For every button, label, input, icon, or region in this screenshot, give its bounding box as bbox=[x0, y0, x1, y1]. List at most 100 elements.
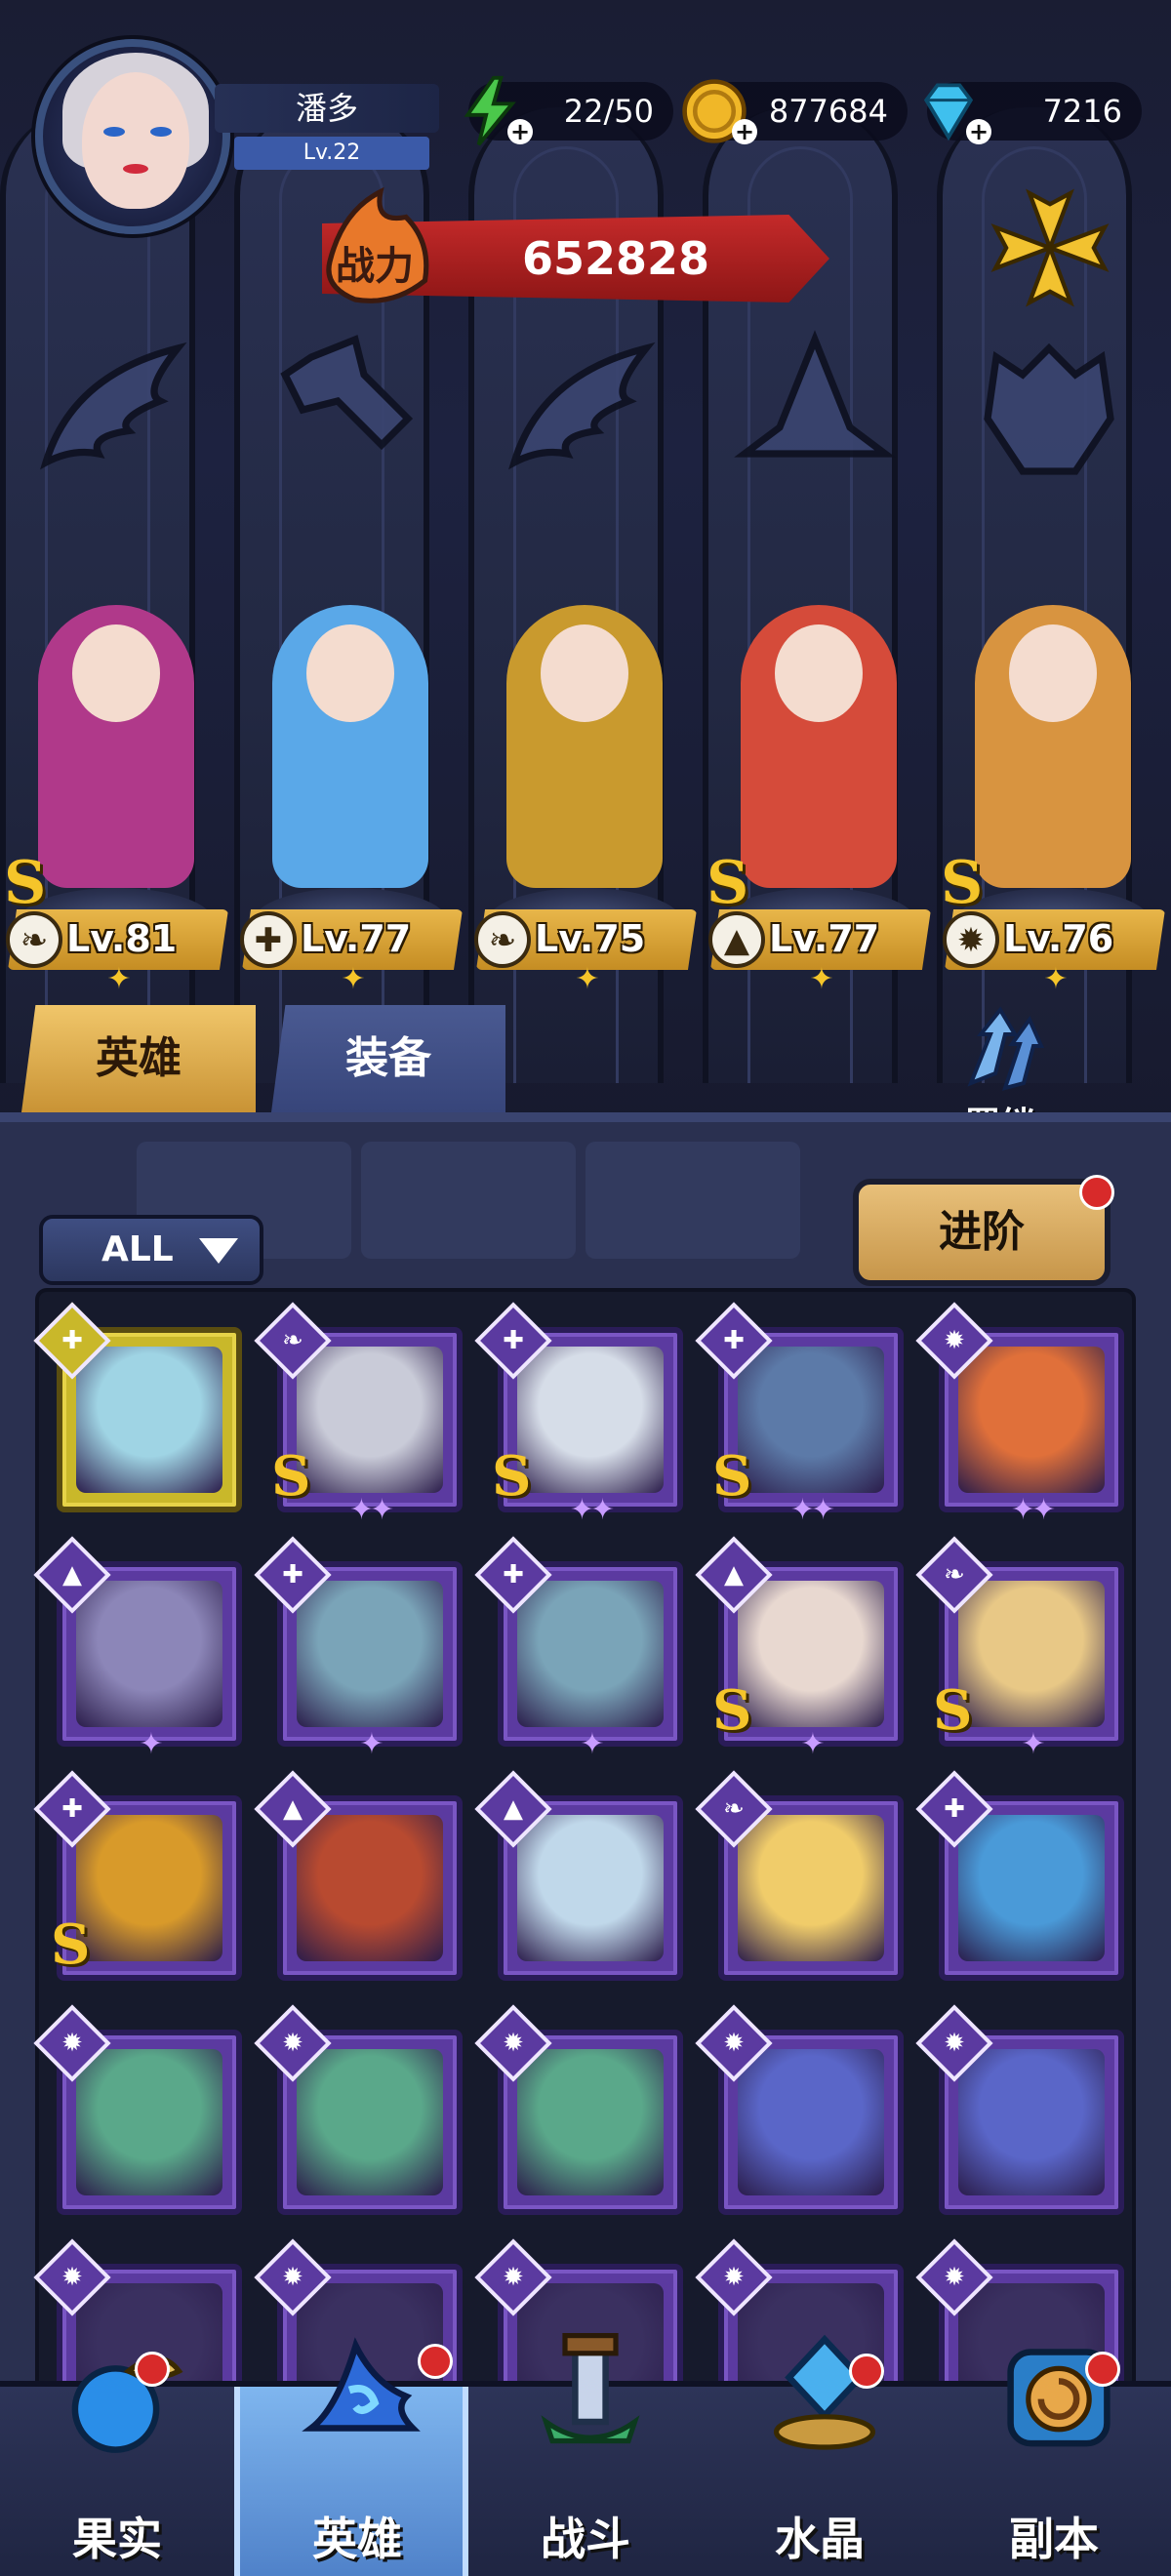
hero-portrait bbox=[738, 2049, 884, 2195]
hero-stage: 潘多 Lv.22 + 22/50 + 877684 + 7216 战力 6528… bbox=[0, 0, 1171, 1132]
hero-portrait bbox=[958, 2049, 1105, 2195]
gem-counter[interactable]: + 7216 bbox=[923, 82, 1142, 144]
hero-portrait bbox=[958, 1581, 1105, 1727]
hero-portrait bbox=[738, 1815, 884, 1961]
rank-badge: S bbox=[492, 1444, 532, 1509]
star-rating: ✦ bbox=[800, 1727, 825, 1761]
nav-badge-dot bbox=[135, 2352, 170, 2387]
hero-portrait bbox=[517, 2049, 664, 2195]
advance-button[interactable]: 进阶 bbox=[853, 1175, 1114, 1286]
wizard-hat-icon bbox=[302, 2337, 421, 2432]
player-level: Lv.22 bbox=[234, 137, 429, 170]
rank-badge: S bbox=[712, 1444, 752, 1509]
beast-class-sigil-icon bbox=[984, 342, 1114, 475]
hero-portrait bbox=[738, 1347, 884, 1493]
hero-level: Lv.76 bbox=[1003, 917, 1114, 960]
hero-head bbox=[1009, 624, 1097, 722]
hero-level: Lv.77 bbox=[301, 917, 412, 960]
nav-label: 副本 bbox=[1009, 2513, 1099, 2565]
panel-decoration bbox=[586, 1142, 800, 1259]
hero-portrait bbox=[517, 1581, 664, 1727]
nav-badge-dot bbox=[1085, 2352, 1120, 2387]
player-name: 潘多 bbox=[215, 84, 439, 133]
nav-label: 英雄 bbox=[312, 2513, 402, 2565]
combat-power-banner: 战力 652828 bbox=[322, 186, 829, 312]
hero-portrait bbox=[297, 1581, 443, 1727]
fruit-icon bbox=[71, 2355, 183, 2453]
advance-label: 进阶 bbox=[939, 1207, 1025, 1257]
chevron-down-icon bbox=[199, 1238, 238, 1264]
energy-counter[interactable]: + 22/50 bbox=[464, 75, 673, 146]
hero-portrait bbox=[76, 1581, 222, 1727]
crystal-icon bbox=[774, 2334, 875, 2450]
nav-item-dungeon[interactable]: 副本 bbox=[937, 2349, 1171, 2576]
nav-item-fruit[interactable]: 果实 bbox=[0, 2352, 234, 2576]
hero-head bbox=[306, 624, 394, 722]
panel-decoration bbox=[361, 1142, 576, 1259]
avatar-face bbox=[82, 72, 189, 209]
star-rating: ✦ bbox=[359, 1727, 384, 1761]
tab-equipment[interactable]: 装备 bbox=[271, 1005, 505, 1112]
hat-icon: ▲ bbox=[708, 911, 765, 968]
rank-badge: S bbox=[933, 1678, 973, 1743]
star-rating: ✦✦ bbox=[348, 1493, 394, 1527]
star-icon: ✦ bbox=[809, 962, 834, 996]
nav-label: 果实 bbox=[72, 2513, 162, 2565]
nav-badge-dot bbox=[418, 2344, 453, 2379]
gold-counter[interactable]: + 877684 bbox=[682, 79, 908, 144]
avatar-lips bbox=[123, 164, 148, 174]
avatar-eye bbox=[103, 127, 125, 137]
add-gold-icon[interactable]: + bbox=[732, 119, 757, 144]
nav-badge-dot bbox=[849, 2354, 884, 2389]
star-rating: ✦✦ bbox=[569, 1493, 615, 1527]
nav-item-heroes[interactable]: 英雄 bbox=[234, 2337, 468, 2576]
hero-portrait bbox=[517, 1347, 664, 1493]
rank-badge: S bbox=[941, 849, 984, 917]
hero-level: Lv.75 bbox=[535, 917, 646, 960]
wing-class-sigil-icon bbox=[40, 342, 187, 470]
star-rating: ✦ bbox=[580, 1727, 604, 1761]
tab-heroes[interactable]: 英雄 bbox=[21, 1005, 256, 1112]
star-rating: ✦ bbox=[1021, 1727, 1045, 1761]
power-label: 战力 bbox=[336, 244, 414, 289]
hero-head bbox=[72, 624, 160, 722]
star-icon: ✦ bbox=[575, 962, 600, 996]
hero-portrait bbox=[297, 1347, 443, 1493]
nav-item-crystal[interactable]: 水晶 bbox=[703, 2334, 937, 2576]
wing-icon: ❧ bbox=[474, 911, 531, 968]
avatar-eye bbox=[150, 127, 172, 137]
hero-portrait bbox=[297, 2049, 443, 2195]
hero-portrait bbox=[958, 1347, 1105, 1493]
star-rating: ✦✦ bbox=[1010, 1493, 1056, 1527]
bond-arrows-icon bbox=[967, 1006, 1045, 1091]
settings-pinwheel-icon[interactable] bbox=[982, 180, 1118, 316]
battle-icon bbox=[541, 2333, 640, 2444]
nav-label: 战斗 bbox=[541, 2513, 630, 2565]
class-filter-dropdown[interactable]: ALL bbox=[39, 1215, 263, 1285]
nav-label: 水晶 bbox=[775, 2513, 865, 2565]
rank-badge: S bbox=[51, 1912, 91, 1977]
rank-badge: S bbox=[271, 1444, 311, 1509]
nav-item-battle[interactable]: 战斗 bbox=[468, 2333, 703, 2576]
wing-icon: ❧ bbox=[6, 911, 62, 968]
power-value: 652828 bbox=[522, 232, 710, 285]
star-icon: ✦ bbox=[1043, 962, 1069, 996]
filter-selected: ALL bbox=[101, 1229, 174, 1269]
hero-level: Lv.77 bbox=[769, 917, 880, 960]
rank-badge: S bbox=[4, 849, 47, 917]
hero-portrait bbox=[297, 1815, 443, 1961]
star-icon: ✦ bbox=[341, 962, 366, 996]
dungeon-portal-icon bbox=[1007, 2349, 1110, 2447]
gem-value: 7216 bbox=[1042, 93, 1122, 130]
hero-portrait bbox=[76, 1347, 222, 1493]
hero-portrait bbox=[517, 1815, 664, 1961]
star-rating: ✦✦ bbox=[789, 1493, 835, 1527]
bottom-navigation: 果实 英雄 战斗 水晶 副本 bbox=[0, 2333, 1171, 2576]
hero-level: Lv.81 bbox=[66, 917, 178, 960]
add-energy-icon[interactable]: + bbox=[507, 119, 533, 144]
hero-head bbox=[541, 624, 628, 722]
player-avatar[interactable] bbox=[35, 39, 230, 234]
wing-class-sigil-icon bbox=[508, 342, 656, 470]
add-gems-icon[interactable]: + bbox=[966, 119, 991, 144]
hero-portrait bbox=[958, 1815, 1105, 1961]
